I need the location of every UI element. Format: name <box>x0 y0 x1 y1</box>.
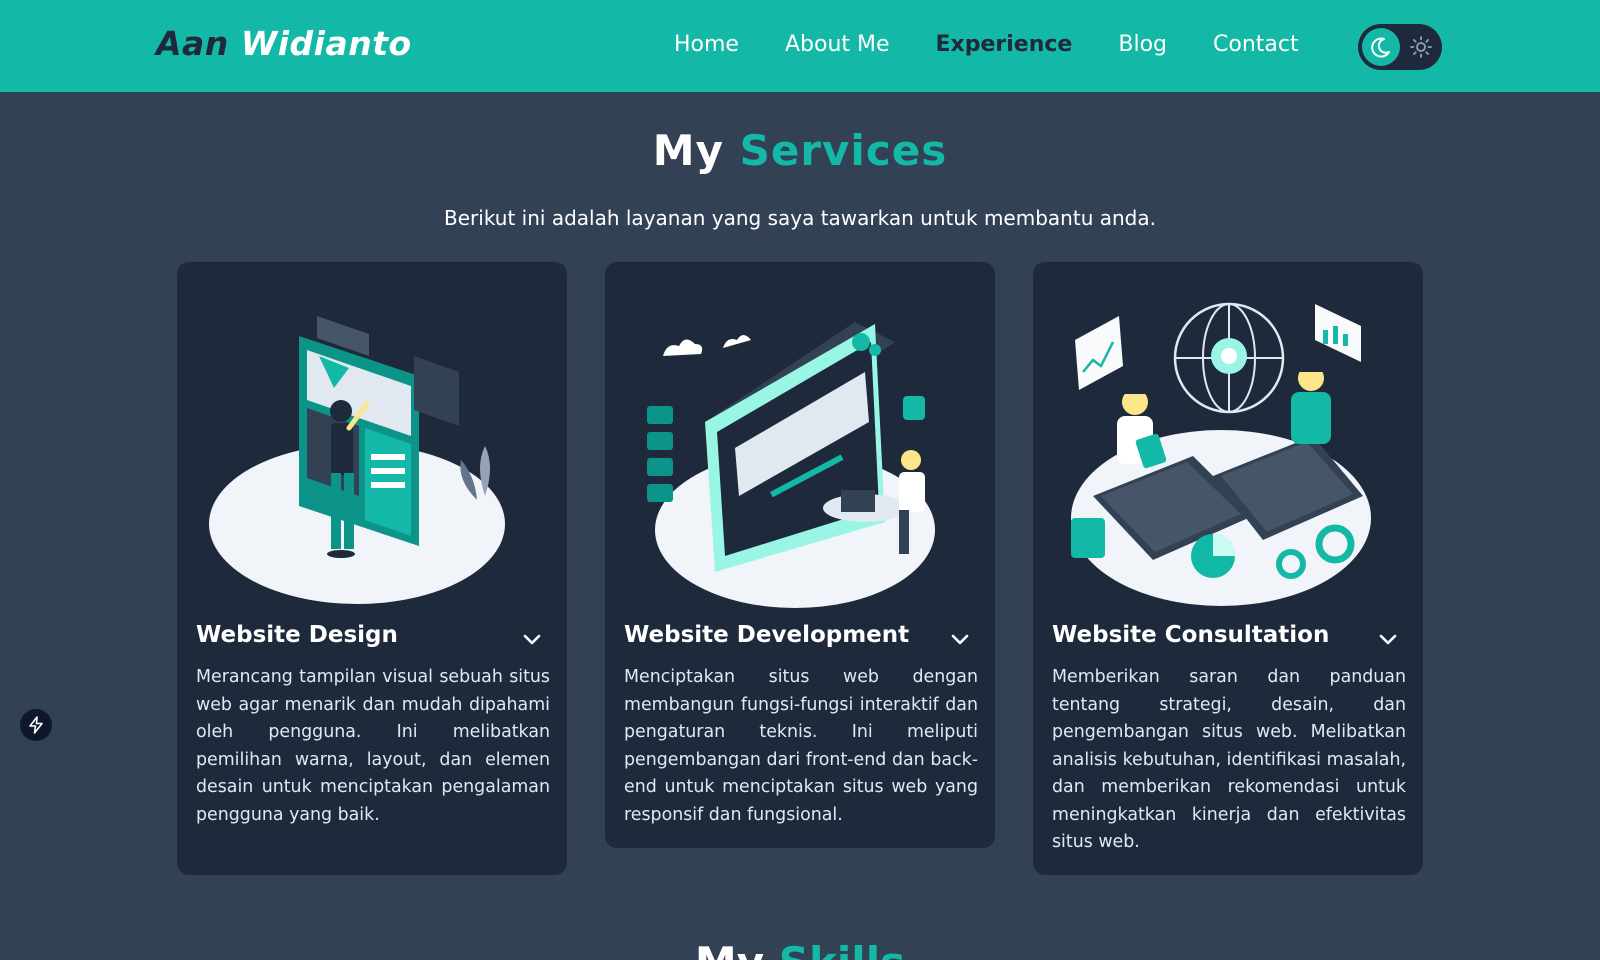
card-description: Merancang tampilan visual sebuah situs w… <box>196 667 550 825</box>
service-card-website-consultation: Website Consultation Memberikan saran da… <box>1033 262 1423 875</box>
card-description: Memberikan saran dan panduan tentang str… <box>1052 667 1406 852</box>
card-description: Menciptakan situs web dengan membangun f… <box>624 667 978 825</box>
floating-action-button[interactable] <box>20 709 52 741</box>
navbar: Aan Widianto Home About Me Experience Bl… <box>0 0 1600 92</box>
nav-home[interactable]: Home <box>674 32 739 57</box>
nav-contact[interactable]: Contact <box>1213 32 1299 57</box>
nav-experience[interactable]: Experience <box>936 32 1073 57</box>
nav-about-me[interactable]: About Me <box>785 32 890 57</box>
web-design-illustration <box>209 316 505 604</box>
skills-title-accent: Skills <box>779 938 905 960</box>
services-title-first: My <box>652 126 724 175</box>
web-consultation-illustration <box>1071 302 1371 606</box>
service-card-website-development: Website Development Menciptakan situs we… <box>605 262 995 848</box>
theme-toggle[interactable] <box>1358 24 1442 70</box>
services-title: My Services <box>0 126 1600 175</box>
nav-blog[interactable]: Blog <box>1118 32 1167 57</box>
skills-title-first: My <box>695 938 764 960</box>
services-subtitle: Berikut ini adalah layanan yang saya taw… <box>444 206 1156 230</box>
skills-title: My Skills <box>0 938 1600 960</box>
brand-logo[interactable]: Aan Widianto <box>156 24 412 63</box>
card-title: Website Design <box>196 622 398 648</box>
moon-icon <box>1371 37 1390 58</box>
card-title: Website Consultation <box>1052 622 1330 648</box>
chevron-down-icon[interactable] <box>1377 628 1399 650</box>
brand-last-name: Widianto <box>240 24 412 63</box>
toggle-knob <box>1362 28 1400 66</box>
web-development-illustration <box>647 322 935 608</box>
card-title: Website Development <box>624 622 910 648</box>
services-title-accent: Services <box>739 126 948 175</box>
chevron-down-icon[interactable] <box>949 628 971 650</box>
service-card-website-design: Website Design Merancang tampilan visual… <box>177 262 567 875</box>
lightning-icon <box>29 716 43 734</box>
sun-icon <box>1409 35 1433 59</box>
nav-menu: Home About Me Experience Blog Contact <box>674 32 1299 57</box>
chevron-down-icon[interactable] <box>521 628 543 650</box>
brand-first-name: Aan <box>156 24 229 63</box>
